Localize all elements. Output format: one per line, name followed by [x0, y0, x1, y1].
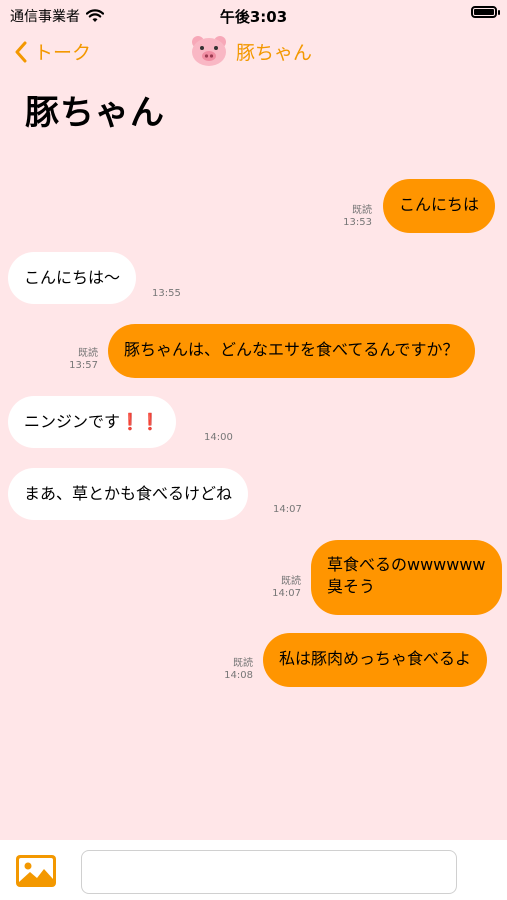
photo-icon[interactable]	[16, 855, 56, 887]
message-line: 臭そう	[327, 577, 376, 596]
message-meta: 既読 14:07	[259, 576, 301, 600]
message-bubble-sent[interactable]: 草食べるのwwwwww 臭そう	[311, 540, 502, 615]
message-bubble-received[interactable]: こんにちは〜	[8, 252, 137, 304]
message-bubble-sent[interactable]: こんにちは	[383, 179, 496, 233]
message-text: ニンジンです	[24, 412, 121, 431]
message-bubble-sent[interactable]: 豚ちゃんは、どんなエサを食べてるんですか？	[108, 324, 475, 378]
message-meta: 14:07	[273, 504, 302, 516]
message-meta: 既読 13:53	[330, 205, 372, 229]
message-meta: 既読 13:57	[56, 348, 98, 372]
message-time: 14:08	[224, 670, 253, 681]
message-input[interactable]	[81, 850, 457, 894]
message-time: 14:07	[272, 588, 301, 599]
message-list: 既読 13:53 こんにちは こんにちは〜 13:55 既読 13:57 豚ちゃ…	[0, 0, 507, 840]
message-bubble-received[interactable]: ニンジンです❗❗	[8, 396, 176, 448]
message-time: 13:55	[152, 288, 181, 299]
message-time: 13:53	[343, 217, 372, 228]
message-bubble-received[interactable]: まあ、草とかも食べるけどね	[8, 468, 249, 520]
message-bubble-sent[interactable]: 私は豚肉めっちゃ食べるよ	[263, 633, 488, 687]
read-receipt: 既読	[78, 348, 98, 359]
message-time: 13:57	[69, 360, 98, 371]
message-line: 草食べるのwwwwww	[327, 555, 486, 574]
message-meta: 既読 14:08	[211, 658, 253, 682]
message-meta: 13:55	[152, 288, 181, 300]
message-meta: 14:00	[204, 432, 233, 444]
read-receipt: 既読	[352, 205, 372, 216]
exclamation-emoji: ❗❗	[120, 412, 160, 431]
message-time: 14:00	[204, 432, 233, 443]
read-receipt: 既読	[281, 576, 301, 587]
read-receipt: 既読	[233, 658, 253, 669]
input-bar	[0, 840, 507, 900]
message-time: 14:07	[273, 504, 302, 515]
